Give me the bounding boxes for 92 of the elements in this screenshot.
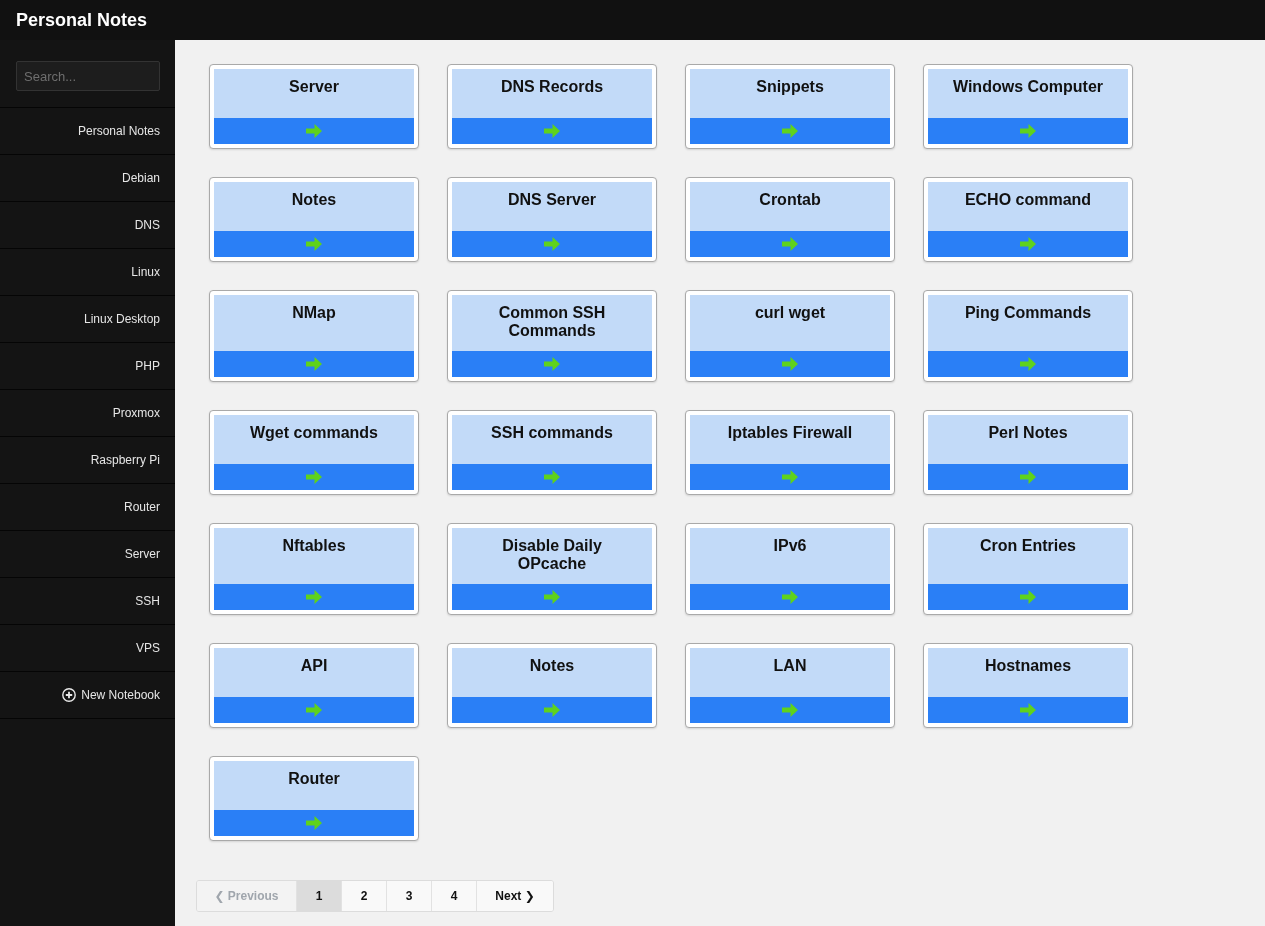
note-title: Iptables Firewall [690,415,890,464]
open-note-button[interactable] [928,697,1128,723]
open-note-button[interactable] [214,810,414,836]
plus-circle-icon [62,688,77,702]
open-note-button[interactable] [928,351,1128,377]
arrow-right-icon [544,470,560,484]
new-notebook-link[interactable]: New Notebook [0,672,175,719]
note-title: Snippets [690,69,890,118]
arrow-right-icon [306,237,322,251]
note-title: Notes [452,648,652,697]
sidebar-item[interactable]: Router [0,484,175,531]
arrow-right-icon [782,237,798,251]
arrow-right-icon [782,357,798,371]
note-title: Notes [214,182,414,231]
note-title: LAN [690,648,890,697]
open-note-button[interactable] [690,464,890,490]
arrow-right-icon [544,703,560,717]
sidebar-item[interactable]: Proxmox [0,390,175,437]
open-note-button[interactable] [452,697,652,723]
note-title: SSH commands [452,415,652,464]
sidebar-item[interactable]: SSH [0,578,175,625]
arrow-right-icon [1020,124,1036,138]
app-title: Personal Notes [16,9,148,31]
open-note-button[interactable] [452,584,652,610]
arrow-right-icon [306,124,322,138]
note-title: DNS Records [452,69,652,118]
open-note-button[interactable] [452,351,652,377]
arrow-right-icon [782,124,798,138]
open-note-button[interactable] [214,697,414,723]
search-field[interactable]: Search... [16,61,160,91]
open-note-button[interactable] [928,464,1128,490]
arrow-right-icon [1020,237,1036,251]
arrow-right-icon [544,124,560,138]
open-note-button[interactable] [214,118,414,144]
open-note-button[interactable] [452,231,652,257]
open-note-button[interactable] [452,464,652,490]
note-title: IPv6 [690,528,890,584]
arrow-right-icon [544,237,560,251]
open-note-button[interactable] [690,351,890,377]
arrow-right-icon [1020,357,1036,371]
arrow-right-icon [1020,703,1036,717]
open-note-button[interactable] [690,231,890,257]
open-note-button[interactable] [214,231,414,257]
open-note-button[interactable] [690,118,890,144]
arrow-right-icon [782,590,798,604]
note-title: Nftables [214,528,414,584]
sidebar-item[interactable]: Linux Desktop [0,296,175,343]
open-note-button[interactable] [214,351,414,377]
note-title: Ping Commands [928,295,1128,351]
sidebar-item[interactable]: Debian [0,155,175,202]
open-note-button[interactable] [214,464,414,490]
sidebar-item[interactable]: PHP [0,343,175,390]
open-note-button[interactable] [928,118,1128,144]
open-note-button[interactable] [928,231,1128,257]
open-note-button[interactable] [214,584,414,610]
arrow-right-icon [782,703,798,717]
note-title: Common SSH Commands [452,295,652,351]
note-title: ECHO command [928,182,1128,231]
arrow-right-icon [1020,590,1036,604]
arrow-right-icon [1020,470,1036,484]
note-title: Router [214,761,414,810]
sidebar-item[interactable]: VPS [0,625,175,672]
arrow-right-icon [306,816,322,830]
note-title: API [214,648,414,697]
sidebar-item[interactable]: Server [0,531,175,578]
note-title: Server [214,69,414,118]
open-note-button[interactable] [690,584,890,610]
page-button[interactable]: 1 [297,881,342,911]
note-title: NMap [214,295,414,351]
note-title: DNS Server [452,182,652,231]
open-note-button[interactable] [928,584,1128,610]
arrow-right-icon [782,470,798,484]
note-title: Hostnames [928,648,1128,697]
sidebar-item[interactable]: DNS [0,202,175,249]
arrow-right-icon [306,590,322,604]
note-title: Disable Daily OPcache [452,528,652,584]
note-title: Perl Notes [928,415,1128,464]
open-note-button[interactable] [690,697,890,723]
note-title: Cron Entries [928,528,1128,584]
open-note-button[interactable] [452,118,652,144]
arrow-right-icon [306,357,322,371]
note-title: Windows Computer [928,69,1128,118]
arrow-right-icon [544,357,560,371]
note-title: curl wget [690,295,890,351]
arrow-right-icon [544,590,560,604]
arrow-right-icon [306,470,322,484]
sidebar-item[interactable]: Personal Notes [0,108,175,155]
note-title: Crontab [690,182,890,231]
arrow-right-icon [306,703,322,717]
sidebar-item[interactable]: Linux [0,249,175,296]
sidebar-item[interactable]: Raspberry Pi [0,437,175,484]
note-title: Wget commands [214,415,414,464]
